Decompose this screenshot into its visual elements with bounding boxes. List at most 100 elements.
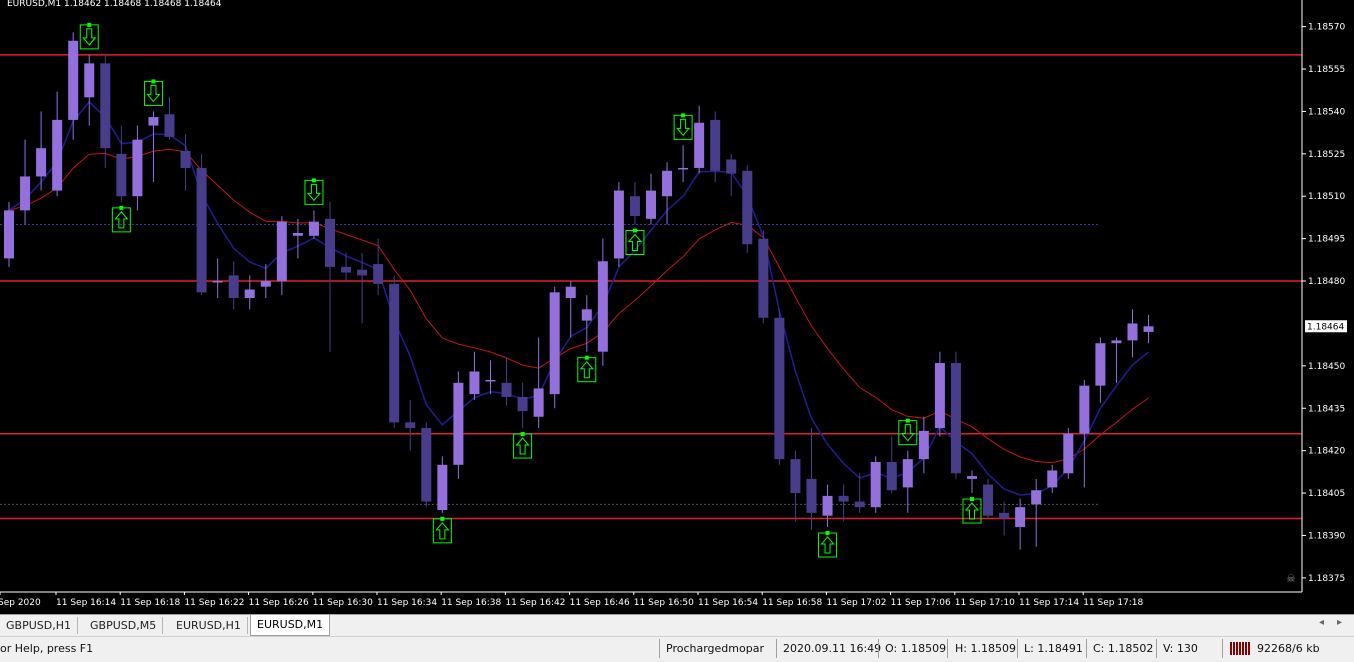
signal-arrow	[676, 118, 691, 137]
candle-body	[1111, 340, 1122, 344]
candle-body	[373, 264, 384, 284]
candle	[453, 371, 464, 479]
price-tick-label: 1.18510	[1308, 192, 1345, 202]
candle-body	[1095, 343, 1106, 386]
candle	[694, 105, 705, 174]
candle-body	[116, 153, 127, 197]
candle-body	[758, 238, 769, 318]
signal-anchor	[520, 432, 525, 437]
candle-body	[822, 495, 833, 516]
candle-body	[533, 388, 544, 417]
candle-body	[646, 190, 656, 219]
candle-body	[774, 317, 785, 460]
candle-body	[1143, 326, 1154, 332]
candle-body	[308, 221, 319, 236]
status-high: H: 1.18509	[955, 642, 1016, 655]
candle-body	[790, 459, 801, 494]
candle-body	[453, 382, 464, 465]
candle	[742, 165, 753, 253]
price-chart[interactable]: 1.18570 1.18555 1.18540 1.18525 1.18510 1.184…	[0, 0, 1354, 614]
candle-body	[164, 114, 175, 137]
candle	[999, 501, 1010, 536]
candle-body	[84, 63, 95, 98]
candle-body	[212, 281, 223, 283]
time-tick-label: 11 Sep 16:14	[56, 598, 116, 608]
time-tick-label: 11 Sep 16:42	[505, 598, 565, 608]
candle	[1031, 478, 1042, 547]
candle	[68, 32, 79, 140]
signal-arrow	[435, 522, 450, 540]
signal-arrow	[114, 211, 129, 229]
time-tick-label: 11 Sep 16:22	[184, 598, 244, 608]
signal-arrow	[515, 437, 530, 455]
price-tick-label: 1.18495	[1308, 235, 1345, 245]
status-divider	[878, 639, 879, 658]
moving-average-slow	[8, 148, 1149, 464]
signal-anchor	[311, 178, 316, 183]
candle	[4, 201, 14, 267]
candle-body	[469, 371, 480, 395]
price-tick-label: 1.18420	[1308, 447, 1345, 457]
tab-gbpusd-m5[interactable]: GBPUSD,M5	[84, 617, 164, 634]
sell-signal-arrow-icon	[673, 113, 693, 140]
candle	[212, 258, 223, 298]
candle	[1143, 314, 1154, 344]
candle-body	[967, 476, 977, 479]
price-tick-label: 1.18435	[1308, 404, 1345, 414]
tab-eurusd-m1[interactable]: EURUSD,M1	[250, 615, 331, 636]
status-divider	[1156, 639, 1157, 658]
time-tick-label: 11 Sep 16:18	[120, 598, 180, 608]
candle-body	[36, 148, 47, 177]
candle-body	[260, 281, 271, 287]
candle-body	[389, 283, 400, 423]
candle	[469, 351, 480, 400]
price-tick-label: 1.18525	[1308, 150, 1345, 160]
tab-scroll-right-icon[interactable]: ▸	[1337, 617, 1342, 628]
candle	[389, 275, 400, 429]
tab-scroll-left-icon[interactable]: ◂	[1319, 617, 1324, 628]
candle	[180, 134, 191, 191]
status-traffic: 92268/6 kb	[1257, 642, 1320, 655]
candle	[196, 153, 207, 296]
candle	[565, 281, 576, 338]
candle-body	[421, 428, 432, 502]
candle	[902, 450, 913, 513]
candle	[758, 230, 769, 324]
candle	[983, 478, 994, 519]
status-divider	[1222, 639, 1223, 658]
tab-eurusd-h1[interactable]: EURUSD,H1	[170, 617, 248, 634]
candle	[854, 473, 865, 513]
price-tick-label: 1.18540	[1308, 107, 1345, 117]
price-tick-label: 1.18390	[1308, 531, 1345, 541]
tab-gbpusd-h1[interactable]: GBPUSD,H1	[0, 617, 78, 634]
price-tick-label: 1.18555	[1308, 65, 1345, 75]
autoscroll-icon: ☠	[1286, 572, 1296, 585]
status-divider	[1017, 639, 1018, 658]
candle	[1111, 337, 1122, 383]
candle-body	[1031, 490, 1042, 505]
buy-signal-arrow-icon	[513, 432, 533, 459]
time-tick-label: 11 Sep 17:10	[955, 598, 1015, 608]
candle-body	[1047, 470, 1058, 488]
candle	[597, 238, 608, 366]
candle	[774, 309, 785, 465]
candle-body	[613, 190, 624, 259]
status-divider	[659, 639, 660, 658]
candle-body	[100, 63, 111, 149]
signal-anchor	[584, 355, 589, 360]
candle-body	[950, 363, 961, 474]
signal-arrow	[964, 502, 980, 520]
candle-body	[983, 484, 994, 516]
status-volume: V: 130	[1163, 642, 1198, 655]
sell-signal-arrow-icon	[143, 79, 163, 106]
candle	[950, 351, 961, 479]
candle	[629, 182, 640, 225]
candle-body	[934, 363, 945, 429]
status-divider	[1086, 639, 1087, 658]
candle	[260, 264, 271, 298]
candle-body	[148, 117, 159, 126]
chart-window[interactable]: 1.18570 1.18555 1.18540 1.18525 1.18510 1.184…	[0, 0, 1354, 614]
signal-anchor	[970, 497, 974, 502]
candle	[421, 422, 432, 508]
price-tick-label: 1.18405	[1308, 489, 1345, 499]
